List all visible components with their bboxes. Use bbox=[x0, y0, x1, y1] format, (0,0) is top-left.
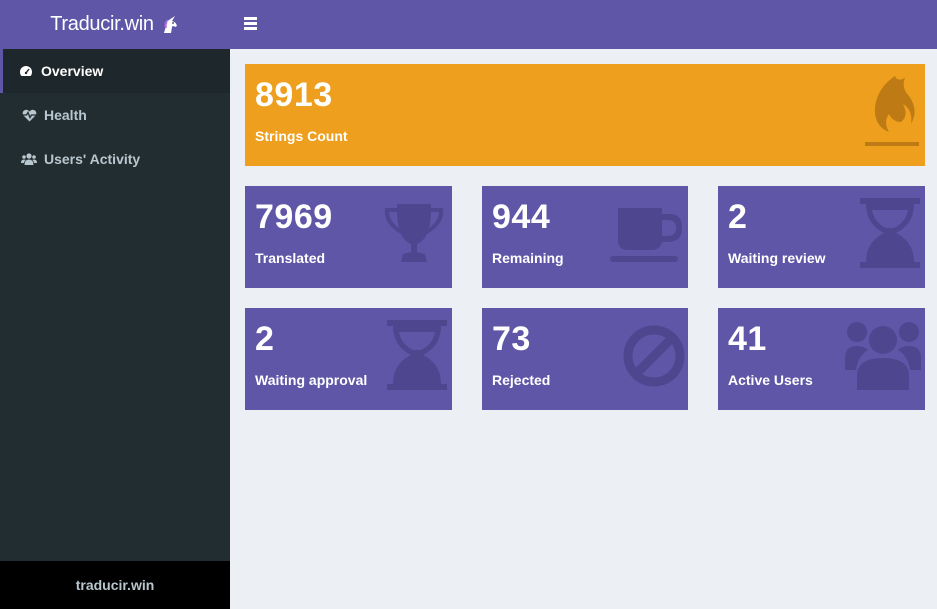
brand-name: Traducir.win bbox=[50, 13, 154, 35]
rejected-label: Rejected bbox=[492, 372, 551, 388]
remaining-value: 944 bbox=[492, 198, 551, 236]
sidebar-menu: Overview Health Users' Activity bbox=[0, 49, 230, 181]
strings-count-value: 8913 bbox=[255, 76, 333, 114]
active-users-label: Active Users bbox=[728, 372, 813, 388]
sidebar-toggle-button[interactable] bbox=[244, 17, 258, 31]
sidebar-item-overview[interactable]: Overview bbox=[0, 49, 230, 93]
dashboard-icon bbox=[18, 64, 34, 78]
rejected-card: 73 Rejected bbox=[482, 308, 688, 410]
waiting-review-card: 2 Waiting review bbox=[718, 186, 925, 288]
coffee-icon bbox=[608, 206, 684, 271]
fire-icon bbox=[863, 74, 921, 153]
waiting-approval-label: Waiting approval bbox=[255, 372, 368, 388]
hourglass-icon bbox=[385, 318, 449, 397]
trophy-icon bbox=[381, 202, 447, 269]
ban-icon bbox=[622, 324, 686, 393]
hourglass-icon bbox=[858, 196, 922, 275]
translated-value: 7969 bbox=[255, 198, 333, 236]
sidebar-item-health[interactable]: Health bbox=[0, 93, 230, 137]
sidebar: Traducir.win Overview Health Users' Acti… bbox=[0, 0, 230, 609]
sidebar-item-users-activity[interactable]: Users' Activity bbox=[0, 137, 230, 181]
users-icon bbox=[21, 152, 37, 166]
heartbeat-icon bbox=[21, 108, 37, 122]
waiting-review-value: 2 bbox=[728, 198, 748, 236]
sidebar-item-label: Health bbox=[44, 107, 87, 123]
hamburger-icon bbox=[244, 17, 257, 20]
sidebar-footer: traducir.win bbox=[0, 561, 230, 609]
active-users-value: 41 bbox=[728, 320, 767, 358]
top-navbar bbox=[230, 0, 937, 49]
sidebar-item-label: Overview bbox=[41, 63, 104, 79]
remaining-label: Remaining bbox=[492, 250, 564, 266]
rejected-value: 73 bbox=[492, 320, 531, 358]
waiting-approval-card: 2 Waiting approval bbox=[245, 308, 452, 410]
waiting-review-label: Waiting review bbox=[728, 250, 826, 266]
translated-card: 7969 Translated bbox=[245, 186, 452, 288]
waiting-approval-value: 2 bbox=[255, 320, 275, 358]
brand-logo[interactable]: Traducir.win bbox=[0, 0, 230, 49]
remaining-card: 944 Remaining bbox=[482, 186, 688, 288]
translated-label: Translated bbox=[255, 250, 326, 266]
strings-count-card: 8913 Strings Count bbox=[245, 64, 925, 166]
footer-text: traducir.win bbox=[75, 577, 155, 593]
active-users-card: 41 Active Users bbox=[718, 308, 925, 410]
strings-count-label: Strings Count bbox=[255, 128, 348, 144]
unicorn-icon bbox=[160, 15, 180, 35]
users-icon bbox=[844, 318, 922, 395]
sidebar-item-label: Users' Activity bbox=[44, 151, 141, 167]
